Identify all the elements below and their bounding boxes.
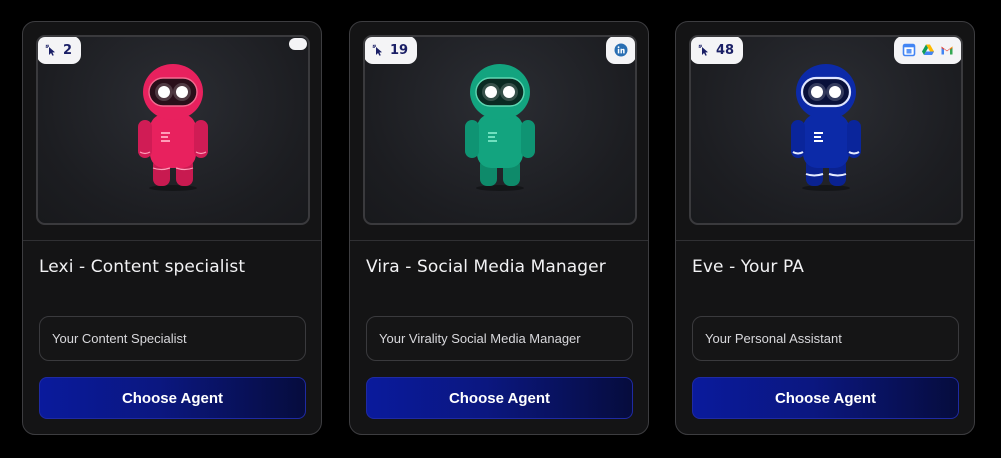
- tools-badge: [289, 38, 307, 50]
- cursor-click-icon: [698, 44, 708, 56]
- agent-preview: 2: [36, 35, 310, 225]
- agent-preview: 19: [363, 35, 637, 225]
- agent-preview: 48: [689, 35, 963, 225]
- choose-agent-button[interactable]: Choose Agent: [692, 377, 959, 419]
- robot-avatar-icon: [138, 64, 208, 191]
- usage-count: 48: [716, 42, 735, 58]
- google-drive-icon: [922, 44, 934, 55]
- gmail-icon: [941, 46, 953, 55]
- card-divider: [676, 240, 974, 241]
- agent-title: Vira - Social Media Manager: [366, 257, 606, 277]
- robot-avatar-icon: [465, 64, 535, 191]
- agent-description: Your Virality Social Media Manager: [366, 316, 633, 361]
- agent-title: Eve - Your PA: [692, 257, 804, 277]
- usage-badge: 48: [691, 37, 744, 64]
- agent-card-lexi[interactable]: 2 Lexi - Content specialist Your Content…: [22, 21, 322, 435]
- usage-count: 2: [63, 42, 73, 58]
- google-calendar-icon: [902, 43, 916, 57]
- card-divider: [350, 240, 648, 241]
- cursor-click-icon: [45, 44, 55, 56]
- usage-count: 19: [390, 42, 409, 58]
- tools-badge: [894, 37, 961, 64]
- tools-badge: [606, 37, 635, 64]
- choose-agent-button[interactable]: Choose Agent: [39, 377, 306, 419]
- robot-avatar-icon: [791, 64, 861, 191]
- linkedin-icon: [614, 43, 628, 57]
- agent-description: Your Content Specialist: [39, 316, 306, 361]
- choose-agent-button[interactable]: Choose Agent: [366, 377, 633, 419]
- agent-card-vira[interactable]: 19 Vira - Social Media Manager Your Vira…: [349, 21, 649, 435]
- agent-description: Your Personal Assistant: [692, 316, 959, 361]
- agent-cards-grid: 2 Lexi - Content specialist Your Content…: [0, 0, 1001, 458]
- agent-card-eve[interactable]: 48 Eve - Your PA Your Personal Assistant…: [675, 21, 975, 435]
- usage-badge: 2: [38, 37, 82, 64]
- agent-title: Lexi - Content specialist: [39, 257, 246, 277]
- usage-badge: 19: [365, 37, 418, 64]
- cursor-click-icon: [372, 44, 382, 56]
- card-divider: [23, 240, 321, 241]
